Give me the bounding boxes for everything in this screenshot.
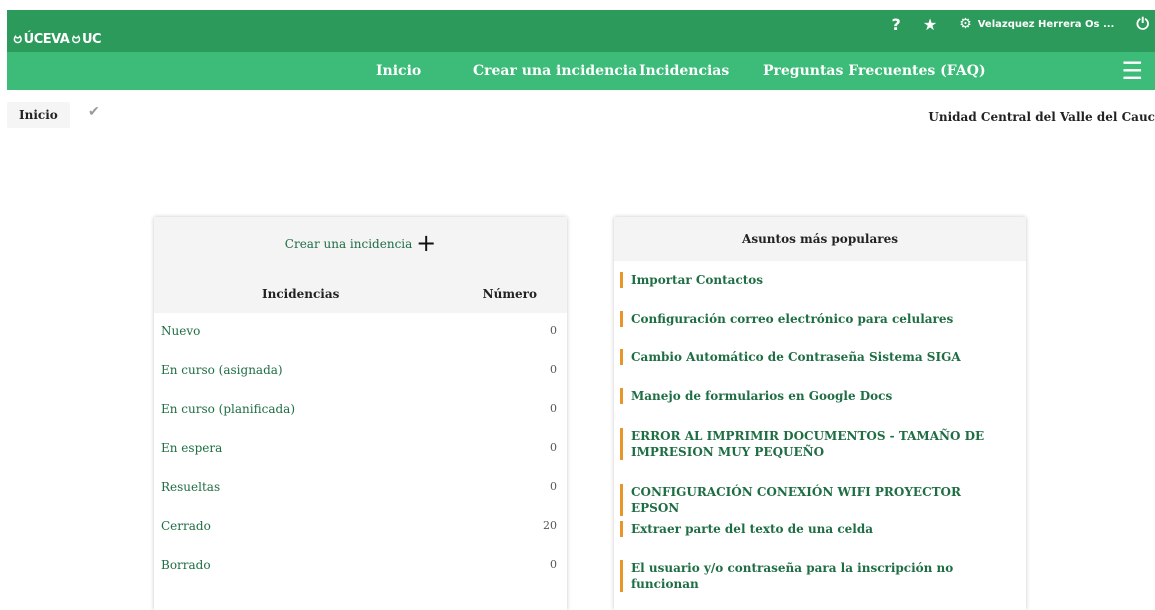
status-count: 20 — [543, 519, 557, 532]
status-link[interactable]: Cerrado — [161, 519, 211, 533]
popular-topic-link[interactable]: Configuración correo electrónico para ce… — [620, 311, 1011, 327]
status-link[interactable]: Nuevo — [161, 324, 200, 338]
column-header-number: Número — [482, 287, 537, 301]
gear-icon: ⚙ — [959, 16, 972, 32]
tickets-panel-header: Crear una incidencia + Incidencias Númer… — [154, 217, 567, 313]
popular-topic-link[interactable]: ERROR AL IMPRIMIR DOCUMENTOS - TAMAÑO DE… — [620, 428, 1011, 460]
popular-topic-link[interactable]: Manejo de formularios en Google Docs — [620, 388, 1011, 404]
tickets-panel: Crear una incidencia + Incidencias Númer… — [154, 217, 567, 610]
table-row[interactable]: En curso (asignada) 0 — [154, 363, 567, 383]
status-count: 0 — [550, 363, 557, 376]
table-row[interactable]: En curso (planificada) 0 — [154, 402, 567, 422]
nav-faq[interactable]: Preguntas Frecuentes (FAQ) — [763, 63, 986, 79]
nav-crear-incidencia[interactable]: Crear una incidencia — [473, 63, 637, 79]
status-link[interactable]: Resueltas — [161, 480, 220, 494]
check-icon[interactable]: ✔ — [88, 104, 100, 120]
table-row[interactable]: Cerrado 20 — [154, 519, 567, 539]
status-count: 0 — [550, 558, 557, 571]
popular-topic-link[interactable]: Cambio Automático de Contraseña Sistema … — [620, 349, 1011, 365]
create-ticket-label: Crear una incidencia — [284, 237, 413, 251]
main-nav: Inicio Crear una incidencia Incidencias … — [7, 52, 1155, 90]
column-header-status: Incidencias — [262, 287, 340, 301]
plus-icon: + — [416, 229, 437, 257]
logo[interactable]: ဗ ÚCEVA ဗ UC — [13, 27, 102, 51]
status-link[interactable]: Borrado — [161, 558, 211, 572]
breadcrumb[interactable]: Inicio — [7, 102, 70, 128]
top-actions: ? ★ ⚙ Velazquez Herrera Os ... ⏻ — [870, 10, 1155, 38]
popular-topics-panel: Asuntos más populares Importar Contactos… — [614, 217, 1026, 610]
power-icon[interactable]: ⏻ — [1136, 14, 1149, 34]
nav-incidencias[interactable]: Incidencias — [639, 63, 729, 79]
status-link[interactable]: En curso (asignada) — [161, 363, 283, 377]
table-row[interactable]: Nuevo 0 — [154, 324, 567, 344]
status-count: 0 — [550, 441, 557, 454]
help-button[interactable]: ? — [892, 15, 901, 34]
nav-inicio[interactable]: Inicio — [376, 63, 421, 79]
status-count: 0 — [550, 480, 557, 493]
status-link[interactable]: En espera — [161, 441, 222, 455]
logo-mark-icon: ဗ — [71, 28, 80, 47]
popular-topics-title: Asuntos más populares — [742, 232, 898, 246]
table-row[interactable]: Borrado 0 — [154, 558, 567, 578]
entity-name: Unidad Central del Valle del Cauc — [928, 110, 1155, 124]
create-ticket-link[interactable]: Crear una incidencia + — [154, 229, 567, 257]
status-count: 0 — [550, 402, 557, 415]
table-row[interactable]: Resueltas 0 — [154, 480, 567, 500]
logo-mark-icon: ဗ — [13, 28, 22, 47]
popular-topic-link[interactable]: CONFIGURACIÓN CONEXIÓN WIFI PROYECTOR EP… — [620, 484, 1011, 516]
menu-icon[interactable]: ☰ — [1121, 57, 1143, 85]
user-name: Velazquez Herrera Os ... — [977, 18, 1115, 30]
status-link[interactable]: En curso (planificada) — [161, 402, 295, 416]
popular-topics-header: Asuntos más populares — [614, 217, 1026, 261]
popular-topic-link[interactable]: El usuario y/o contraseña para la inscri… — [620, 560, 1011, 592]
popular-topic-link[interactable]: Importar Contactos — [620, 272, 1011, 288]
star-icon[interactable]: ★ — [923, 15, 937, 34]
status-count: 0 — [550, 324, 557, 337]
user-menu[interactable]: ⚙ Velazquez Herrera Os ... — [959, 16, 1114, 32]
logo-text-left: ÚCEVA — [23, 31, 70, 47]
logo-text-right: UC — [82, 31, 102, 47]
popular-topic-link[interactable]: Extraer parte del texto de una celda — [620, 521, 1011, 537]
top-bar: ဗ ÚCEVA ဗ UC ? ★ ⚙ Velazquez Herrera Os … — [7, 10, 1155, 52]
table-row[interactable]: En espera 0 — [154, 441, 567, 461]
breadcrumb-home: Inicio — [19, 108, 58, 122]
